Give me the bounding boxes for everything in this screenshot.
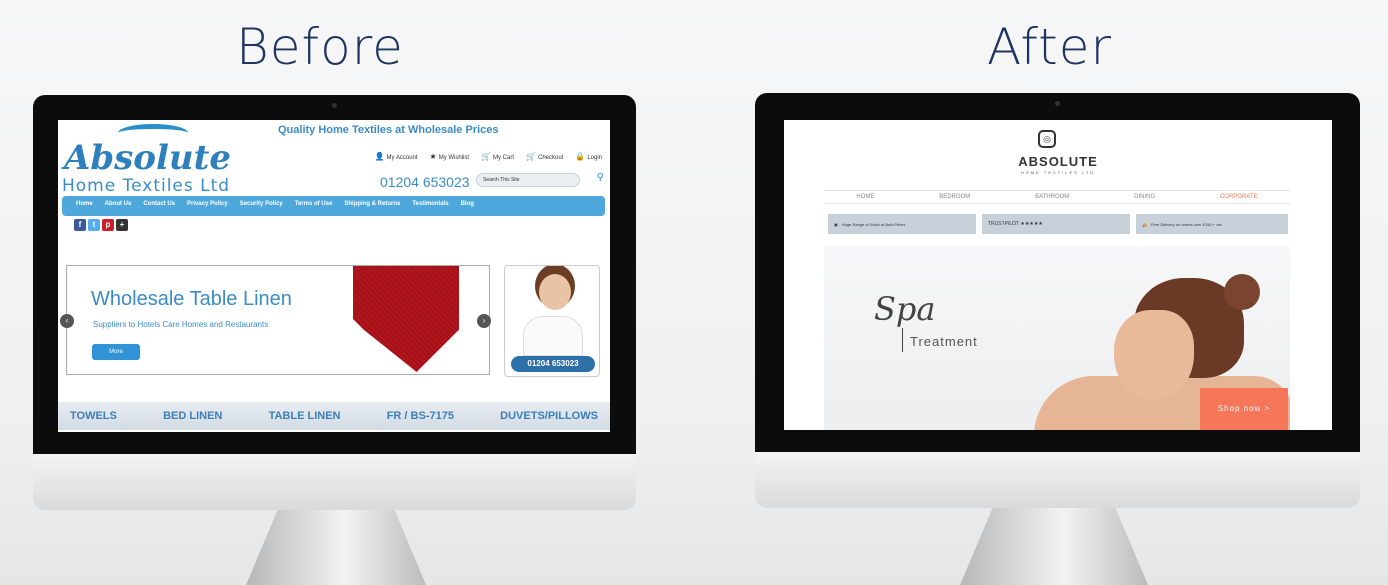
login-link[interactable]: 🔒 Login	[575, 152, 602, 161]
header-phone[interactable]: 01204 653023	[380, 174, 470, 190]
hero-title: Wholesale Table Linen	[91, 288, 292, 310]
pinterest-icon[interactable]: p	[102, 219, 114, 231]
category-fr[interactable]: FR / BS-7175	[387, 410, 454, 422]
slider-prev-icon[interactable]: ‹	[60, 314, 74, 328]
category-towels[interactable]: TOWELS	[70, 410, 117, 422]
nav-home[interactable]: HOME	[856, 194, 874, 203]
cart-link[interactable]: 🛒 My Cart	[481, 152, 514, 161]
after-screen: ◎ ABSOLUTE HOME TEXTILES LTD HOME BEDROO…	[784, 120, 1332, 430]
category-duvets[interactable]: DUVETS/PILLOWS	[500, 410, 598, 422]
hero-model-face	[1114, 310, 1194, 400]
site-tagline: Quality Home Textiles at Wholesale Price…	[278, 124, 499, 136]
checkout-icon: 🛒	[526, 152, 536, 161]
support-phone[interactable]: 01204 653023	[511, 356, 595, 372]
support-agent-body	[523, 316, 583, 356]
nav-home[interactable]: Home	[76, 201, 93, 211]
main-nav: HOME BEDROOM BATHROOM DINING CORPORATE	[824, 190, 1290, 204]
support-panel: 01204 653023	[504, 265, 600, 377]
more-button[interactable]: More	[92, 344, 140, 360]
box-icon: ▣	[834, 221, 838, 227]
search-icon[interactable]: ⚲	[597, 172, 604, 183]
slider-next-icon[interactable]: ›	[477, 314, 491, 328]
site-logo-subtitle: HOME TEXTILES LTD	[1020, 170, 1096, 175]
lock-icon: 🔒	[575, 152, 586, 161]
search-input[interactable]: Search This Site	[476, 173, 580, 187]
category-table-linen[interactable]: TABLE LINEN	[269, 410, 341, 422]
my-account-link[interactable]: 👤 My Account	[375, 152, 418, 161]
usp-bulk-stock: ▣ Huge Range of Stock at Bulk Prices	[828, 214, 976, 234]
nav-bathroom[interactable]: BATHROOM	[1035, 194, 1069, 203]
usp-trustpilot[interactable]: TRUSTPILOT ★★★★★	[982, 214, 1130, 234]
nav-corporate[interactable]: CORPORATE	[1220, 194, 1258, 203]
hero-subtitle: Suppliers to Hotels Care Homes and Resta…	[93, 320, 269, 329]
truck-icon: 🚚	[1142, 221, 1147, 227]
before-monitor-chin	[33, 454, 636, 510]
after-monitor-stand	[960, 505, 1148, 585]
usp-free-delivery: 🚚 Free Delivery on orders over £150 + va…	[1136, 214, 1288, 234]
star-icon: ★	[429, 152, 437, 161]
cart-icon: 🛒	[481, 152, 492, 161]
hero-divider	[902, 328, 903, 352]
site-logo[interactable]: Absolute	[64, 138, 231, 178]
shop-now-button[interactable]: Shop now >	[1200, 388, 1288, 430]
after-heading: After	[987, 18, 1113, 76]
site-logo-subtitle: Home Textiles Ltd	[62, 176, 231, 196]
share-plus-icon[interactable]: +	[116, 219, 128, 231]
account-links: 👤 My Account ★ My Wishlist 🛒 My Cart 🛒 Check…	[375, 152, 602, 161]
category-bed-linen[interactable]: BED LINEN	[163, 410, 222, 422]
before-monitor-stand	[246, 508, 426, 585]
wishlist-link[interactable]: ★ My Wishlist	[430, 152, 470, 161]
nav-testimonials[interactable]: Testimonials	[412, 201, 448, 211]
before-heading: Before	[236, 18, 404, 76]
nav-terms[interactable]: Terms of Use	[295, 201, 333, 211]
nav-shipping[interactable]: Shipping & Returns	[344, 201, 400, 211]
nav-dining[interactable]: DINING	[1134, 194, 1155, 203]
nav-contact[interactable]: Contact Us	[143, 201, 175, 211]
support-agent-image	[539, 274, 571, 310]
before-header: Absolute Home Textiles Ltd Quality Home …	[58, 120, 610, 198]
main-nav: Home About Us Contact Us Privacy Policy …	[62, 196, 605, 216]
table-cloth-image	[353, 266, 459, 372]
before-screen: Absolute Home Textiles Ltd Quality Home …	[58, 120, 610, 432]
hero-model-bun	[1224, 274, 1260, 310]
hero-script-title: Spa	[874, 290, 936, 328]
camera-dot	[332, 103, 337, 108]
user-icon: 👤	[374, 152, 385, 161]
twitter-icon[interactable]: t	[88, 219, 100, 231]
hero-banner: Spa Treatment Shop now >	[824, 246, 1290, 430]
after-monitor-chin	[755, 452, 1360, 508]
checkout-link[interactable]: 🛒 Checkout	[526, 152, 563, 161]
site-logo[interactable]: ABSOLUTE	[784, 154, 1332, 169]
nav-blog[interactable]: Blog	[461, 201, 474, 211]
hero-banner: Wholesale Table Linen Suppliers to Hotel…	[60, 265, 491, 375]
nav-security[interactable]: Security Policy	[240, 201, 283, 211]
camera-dot	[1055, 101, 1060, 106]
hero-subtitle: Treatment	[910, 334, 978, 349]
nav-bedroom[interactable]: BEDROOM	[939, 194, 970, 203]
category-bar: TOWELS BED LINEN TABLE LINEN FR / BS-717…	[58, 402, 610, 430]
nav-privacy[interactable]: Privacy Policy	[187, 201, 228, 211]
absolute-emblem-icon: ◎	[1038, 130, 1056, 148]
social-icons: f t p +	[74, 219, 128, 231]
nav-about[interactable]: About Us	[105, 201, 132, 211]
facebook-icon[interactable]: f	[74, 219, 86, 231]
